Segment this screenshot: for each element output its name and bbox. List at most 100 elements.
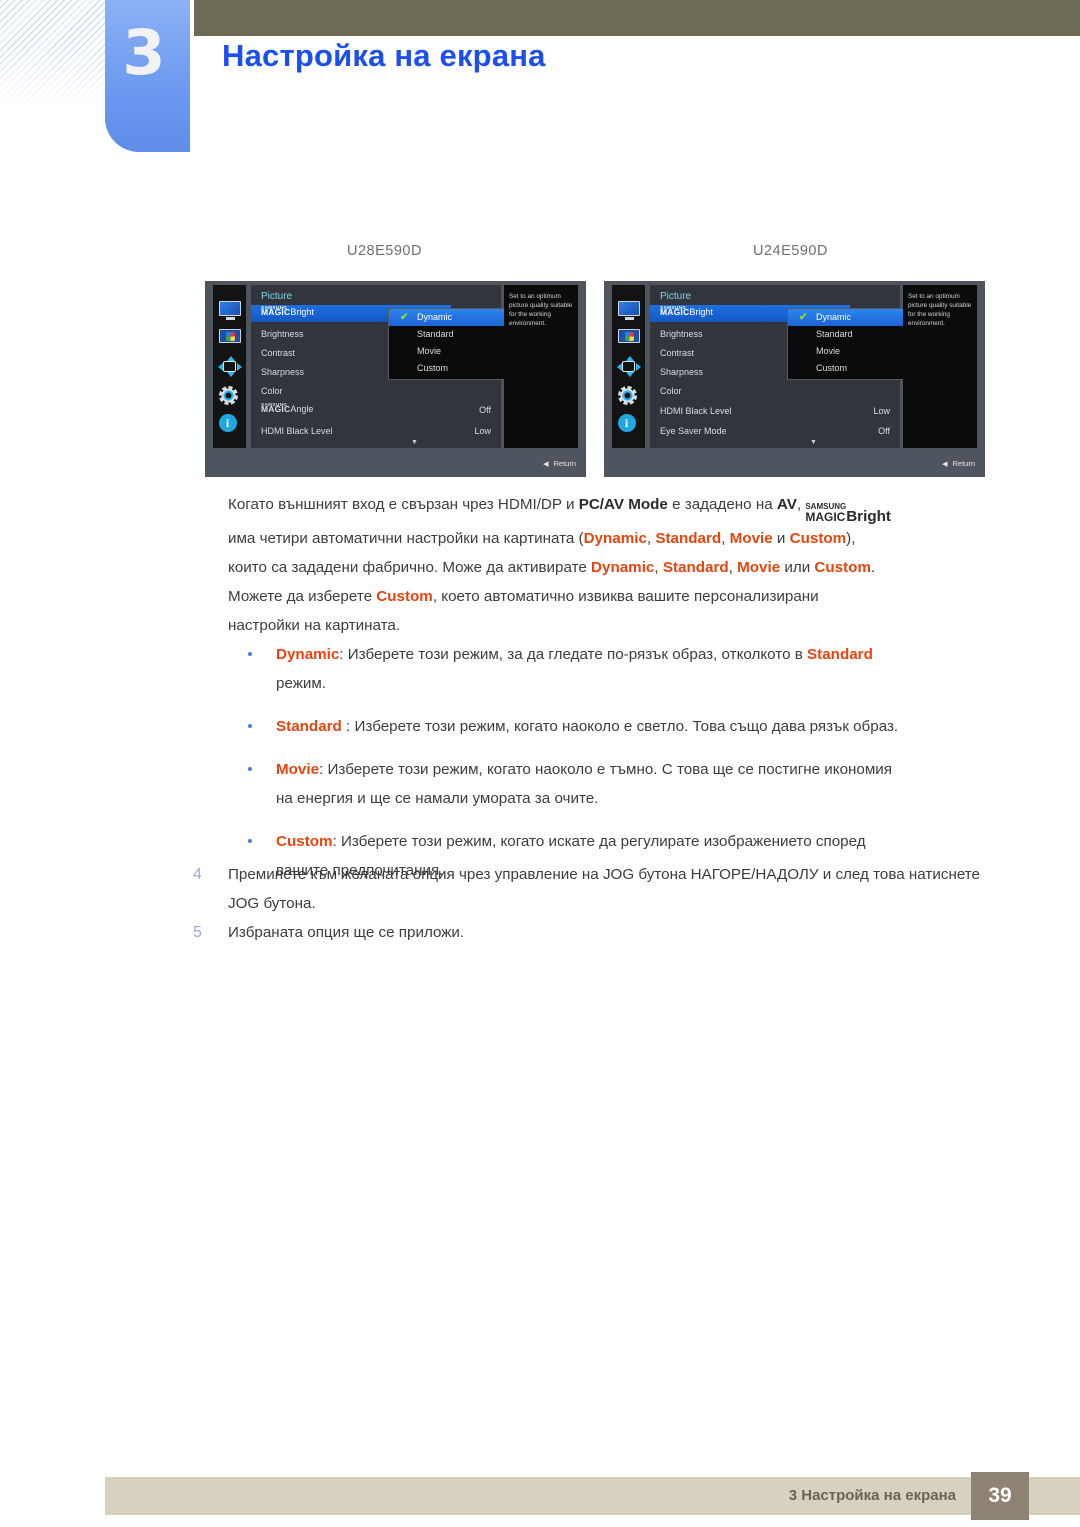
check-icon: ✔	[400, 312, 409, 323]
picture-icon[interactable]	[617, 329, 640, 347]
sep-7: или	[780, 559, 815, 576]
monitor-icon[interactable]	[617, 301, 640, 321]
osd-item-label: SAMSUNG MAGIC Angle	[261, 402, 313, 414]
osd-menu-title-right: Picture	[660, 291, 692, 302]
osd-inner-left: i Picture SAMSUNG MAGIC Bright Brightnes…	[205, 281, 586, 452]
osd-footer-right: ◀ Return	[604, 452, 985, 477]
step-number: 4	[193, 866, 202, 883]
osd-submenu-label: Movie	[816, 346, 841, 356]
osd-item-value: Low	[873, 406, 890, 416]
bullet-dot-icon	[248, 652, 252, 656]
movie-term: Movie	[737, 559, 781, 576]
step-4: 4 Преминете към желаната опция чрез упра…	[193, 860, 1013, 918]
chapter-number: 3	[122, 16, 166, 89]
osd-submenu-item-movie-right[interactable]: Movie	[788, 343, 908, 360]
bullet-dot-icon	[248, 724, 252, 728]
dynamic-desc-line2: режим.	[276, 675, 327, 692]
information-icon[interactable]: i	[617, 413, 640, 432]
page-number-box: 39	[971, 1472, 1029, 1520]
osd-submenu-item-standard-right[interactable]: Standard	[788, 326, 908, 343]
osd-return-button-left[interactable]: ◀ Return	[543, 459, 576, 468]
osd-submenu-item-custom-left[interactable]: Custom	[389, 360, 509, 377]
magicbright-logo: SAMSUNG MAGIC Bright	[805, 502, 891, 524]
osd-return-label: Return	[553, 459, 576, 468]
manual-page: 3 Настройка на екрана U28E590D U24E590D …	[0, 0, 1080, 1527]
step-text: Избраната опция ще се приложи.	[228, 924, 465, 941]
custom-desc: : Изберете този режим, когато искате да …	[332, 833, 866, 850]
osd-item-label: Brightness	[261, 329, 304, 339]
system-gear-icon[interactable]	[617, 385, 640, 405]
page-title: Настройка на екрана	[222, 38, 546, 73]
intro-text-6: Можете да изберете	[228, 588, 377, 605]
dynamic-term: Dynamic	[591, 559, 655, 576]
intro-text-4: има четири автоматични настройки на карт…	[228, 530, 584, 547]
custom-term: Custom	[276, 833, 333, 850]
osd-submenu-item-standard-left[interactable]: Standard	[389, 326, 509, 343]
dynamic-term: Dynamic	[583, 530, 647, 547]
monitor-icon[interactable]	[218, 301, 241, 321]
magic-text: MAGIC	[660, 307, 690, 317]
list-item-dynamic: Dynamic: Изберете този режим, за да глед…	[228, 640, 1018, 698]
scroll-down-indicator[interactable]: ▼	[411, 439, 418, 446]
sep-8: .	[870, 559, 876, 576]
osd-submenu-label: Movie	[417, 346, 442, 356]
movie-desc-line2: на енергия и ще се намали умората за очи…	[276, 790, 599, 807]
magic-text: MAGIC	[261, 404, 291, 414]
magicbright-suffix: Bright	[689, 307, 713, 317]
osd-item-magicangle-left[interactable]: SAMSUNG MAGIC Angle Off	[251, 402, 501, 419]
osd-description-right: Set to an optimum picture quality suitab…	[903, 285, 977, 448]
step-number: 5	[193, 924, 202, 941]
osd-menu-title-left: Picture	[261, 291, 293, 302]
picture-icon[interactable]	[218, 329, 241, 347]
osd-menu-panel-right: Picture SAMSUNG MAGIC Bright Brightness …	[650, 285, 909, 448]
dynamic-term: Dynamic	[276, 646, 340, 663]
information-icon[interactable]: i	[218, 413, 241, 432]
custom-term: Custom	[789, 530, 847, 547]
osd-return-button-right[interactable]: ◀ Return	[942, 459, 975, 468]
list-item-standard: Standard : Изберете този режим, когато н…	[228, 712, 1018, 741]
sep-6: ,	[728, 559, 738, 576]
osd-submenu-item-movie-left[interactable]: Movie	[389, 343, 509, 360]
back-arrow-icon: ◀	[543, 461, 549, 468]
movie-term: Movie	[276, 761, 320, 778]
osd-description-left: Set to an optimum picture quality suitab…	[504, 285, 578, 448]
osd-item-hdmi-black-level-right[interactable]: HDMI Black Level Low	[650, 403, 900, 420]
pc-av-mode-term: PC/AV Mode	[578, 496, 668, 513]
osd-submenu-right: ✔ Dynamic Standard Movie Custom	[787, 308, 909, 380]
osd-item-label: Eye Saver Mode	[660, 426, 727, 436]
osd-item-label: Sharpness	[261, 367, 305, 377]
scroll-down-indicator[interactable]: ▼	[810, 439, 817, 446]
standard-term: Standard	[655, 530, 722, 547]
intro-text-5: които са зададени фабрично. Може да акти…	[228, 559, 592, 576]
onscreen-display-icon[interactable]	[616, 356, 641, 378]
movie-desc: : Изберете този режим, когато наоколо е …	[319, 761, 893, 778]
osd-item-label: Contrast	[660, 348, 695, 358]
intro-text-3: ,	[796, 496, 806, 513]
osd-submenu-label: Custom	[417, 363, 449, 373]
intro-text-7: , което автоматично извиква вашите персо…	[432, 588, 819, 605]
osd-item-hdmi-black-level-left[interactable]: HDMI Black Level Low	[251, 423, 501, 440]
system-gear-icon[interactable]	[218, 385, 241, 405]
check-icon: ✔	[799, 312, 808, 323]
movie-term: Movie	[729, 530, 773, 547]
osd-item-eye-saver-mode-right[interactable]: Eye Saver Mode Off	[650, 423, 900, 440]
intro-text-1: Когато външният вход е свързан чрез HDMI…	[228, 496, 579, 513]
onscreen-display-icon[interactable]	[217, 356, 242, 378]
osd-screenshot-u24e590d: i Picture SAMSUNG MAGIC Bright Brightnes…	[604, 281, 985, 477]
bright-text: Bright	[846, 507, 891, 525]
osd-item-color-right[interactable]: Color	[650, 383, 900, 400]
page-footer: 3 Настройка на екрана 39	[105, 1472, 1080, 1520]
osd-submenu-label: Standard	[417, 329, 454, 339]
osd-inner-right: i Picture SAMSUNG MAGIC Bright Brightnes…	[604, 281, 985, 452]
osd-item-label: Sharpness	[660, 367, 704, 377]
osd-submenu-item-custom-right[interactable]: Custom	[788, 360, 908, 377]
model-caption-left: U28E590D	[347, 243, 422, 259]
osd-sidebar-left: i	[213, 285, 246, 448]
dynamic-desc: : Изберете този режим, за да гледате по-…	[339, 646, 808, 663]
osd-submenu-item-dynamic-right[interactable]: ✔ Dynamic	[788, 309, 908, 326]
magic-text: MAGIC	[805, 510, 846, 524]
osd-item-color-left[interactable]: Color	[251, 383, 501, 400]
step-text: Преминете към желаната опция чрез управл…	[228, 866, 981, 912]
osd-submenu-label: Dynamic	[417, 312, 453, 322]
osd-submenu-item-dynamic-left[interactable]: ✔ Dynamic	[389, 309, 509, 326]
